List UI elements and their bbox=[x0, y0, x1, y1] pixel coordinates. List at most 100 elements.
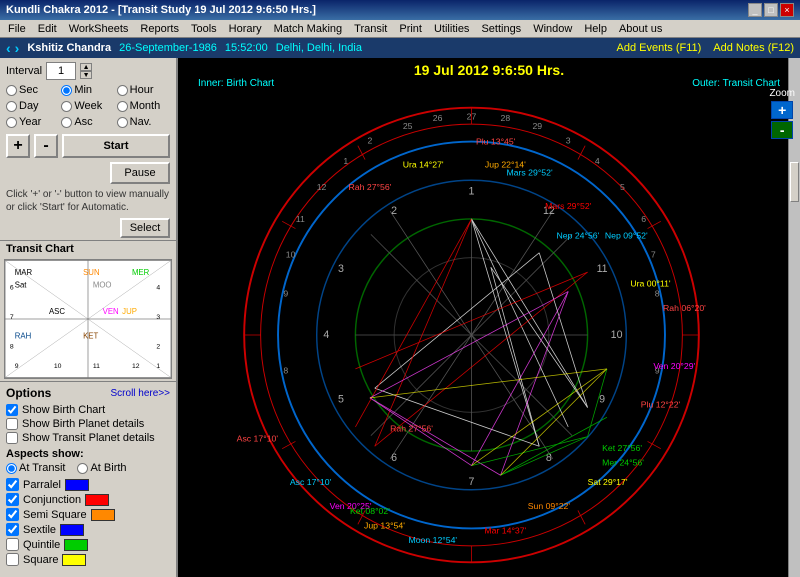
main-layout: Interval ▲ ▼ Sec Min Hour Day bbox=[0, 58, 800, 577]
maximize-button[interactable]: □ bbox=[764, 3, 778, 17]
semisquare-checkbox[interactable] bbox=[6, 508, 19, 521]
interval-input[interactable] bbox=[46, 62, 76, 80]
menu-help[interactable]: Help bbox=[578, 22, 613, 36]
chart-title: 19 Jul 2012 9:6:50 Hrs. bbox=[178, 58, 800, 78]
menu-tools[interactable]: Tools bbox=[185, 22, 223, 36]
close-button[interactable]: × bbox=[780, 3, 794, 17]
nav-forward-button[interactable]: › bbox=[15, 40, 20, 56]
add-notes-button[interactable]: Add Notes (F12) bbox=[713, 42, 794, 54]
pause-button[interactable]: Pause bbox=[110, 162, 170, 184]
show-birth-chart-label: Show Birth Chart bbox=[22, 404, 105, 416]
nav-back-button[interactable]: ‹ bbox=[6, 40, 11, 56]
svg-text:Asc 17°10': Asc 17°10' bbox=[290, 477, 332, 487]
scroll-thumb[interactable] bbox=[790, 162, 799, 202]
svg-text:6: 6 bbox=[10, 285, 14, 292]
svg-text:4: 4 bbox=[323, 329, 329, 341]
svg-text:10: 10 bbox=[54, 363, 62, 370]
parralel-checkbox[interactable] bbox=[6, 478, 19, 491]
menu-edit[interactable]: Edit bbox=[32, 22, 63, 36]
radio-min[interactable]: Min bbox=[61, 84, 114, 96]
svg-text:ASC: ASC bbox=[49, 307, 65, 316]
show-birth-chart-checkbox[interactable] bbox=[6, 404, 18, 416]
show-birth-planet-checkbox[interactable] bbox=[6, 418, 18, 430]
minus-button[interactable]: - bbox=[34, 134, 58, 158]
menu-about[interactable]: About us bbox=[613, 22, 668, 36]
window-title: Kundli Chakra 2012 - [Transit Study 19 J… bbox=[6, 4, 316, 16]
btn-row: + - Start bbox=[0, 130, 176, 162]
square-checkbox[interactable] bbox=[6, 553, 19, 566]
menu-matchmaking[interactable]: Match Making bbox=[268, 22, 348, 36]
mini-chart-svg: MAR SUN MER Sat MOO ASC VEN JUP RAH KET … bbox=[5, 260, 171, 378]
aspect-radio-row: At Transit At Birth bbox=[6, 462, 170, 474]
zoom-in-button[interactable]: + bbox=[771, 101, 793, 119]
left-panel: Interval ▲ ▼ Sec Min Hour Day bbox=[0, 58, 178, 577]
radio-day[interactable]: Day bbox=[6, 100, 59, 112]
spin-down-button[interactable]: ▼ bbox=[80, 71, 92, 79]
svg-text:1: 1 bbox=[156, 363, 160, 370]
radio-sec[interactable]: Sec bbox=[6, 84, 59, 96]
aspect-conjunction: Conjunction bbox=[6, 493, 170, 506]
svg-text:RAH: RAH bbox=[15, 332, 31, 341]
quintile-checkbox[interactable] bbox=[6, 538, 19, 551]
svg-text:Mer 24°56': Mer 24°56' bbox=[602, 458, 644, 468]
sextile-checkbox[interactable] bbox=[6, 523, 19, 536]
menu-horary[interactable]: Horary bbox=[223, 22, 268, 36]
zoom-box: Zoom + - bbox=[769, 88, 795, 139]
menu-transit[interactable]: Transit bbox=[348, 22, 393, 36]
options-section: Options Scroll here>> Show Birth Chart S… bbox=[0, 381, 176, 577]
svg-text:11: 11 bbox=[93, 363, 100, 370]
svg-text:6: 6 bbox=[391, 452, 397, 464]
menu-reports[interactable]: Reports bbox=[134, 22, 185, 36]
menu-worksheets[interactable]: WorkSheets bbox=[63, 22, 135, 36]
mini-chart: MAR SUN MER Sat MOO ASC VEN JUP RAH KET … bbox=[4, 259, 172, 379]
select-row: Select bbox=[0, 216, 176, 240]
parralel-color bbox=[65, 479, 89, 491]
radio-asc[interactable]: Asc bbox=[61, 116, 114, 128]
scroll-here-link[interactable]: Scroll here>> bbox=[111, 388, 170, 399]
select-button[interactable]: Select bbox=[120, 218, 170, 238]
interval-row: Interval ▲ ▼ bbox=[0, 58, 176, 82]
minimize-button[interactable]: _ bbox=[748, 3, 762, 17]
menu-window[interactable]: Window bbox=[527, 22, 578, 36]
aspect-semisquare: Semi Square bbox=[6, 508, 170, 521]
address-bar: ‹ › Kshitiz Chandra 26-September-1986 15… bbox=[0, 38, 800, 58]
spin-up-button[interactable]: ▲ bbox=[80, 63, 92, 71]
inner-label: Inner: Birth Chart bbox=[198, 78, 274, 89]
svg-text:25: 25 bbox=[403, 121, 413, 131]
radio-group-row3: Year Asc Nav. bbox=[0, 114, 176, 130]
zoom-out-button[interactable]: - bbox=[771, 121, 793, 139]
radio-nav[interactable]: Nav. bbox=[117, 116, 170, 128]
svg-text:Rah 27°56': Rah 27°56' bbox=[349, 182, 392, 192]
menu-print[interactable]: Print bbox=[393, 22, 428, 36]
aspect-sextile: Sextile bbox=[6, 523, 170, 536]
svg-text:3: 3 bbox=[566, 135, 571, 145]
svg-text:1: 1 bbox=[469, 186, 475, 198]
svg-text:MER: MER bbox=[132, 268, 150, 277]
semisquare-label: Semi Square bbox=[23, 509, 87, 521]
show-transit-planet-checkbox[interactable] bbox=[6, 432, 18, 444]
radio-hour[interactable]: Hour bbox=[117, 84, 170, 96]
at-transit-radio[interactable]: At Transit bbox=[6, 462, 65, 474]
menu-settings[interactable]: Settings bbox=[475, 22, 527, 36]
aspects-label: Aspects show: bbox=[6, 448, 170, 460]
svg-text:12: 12 bbox=[317, 182, 327, 192]
menu-utilities[interactable]: Utilities bbox=[428, 22, 475, 36]
start-button[interactable]: Start bbox=[62, 134, 170, 158]
at-birth-radio[interactable]: At Birth bbox=[77, 462, 126, 474]
svg-text:10: 10 bbox=[286, 250, 296, 260]
svg-text:MOO: MOO bbox=[93, 281, 112, 290]
radio-year[interactable]: Year bbox=[6, 116, 59, 128]
svg-text:KET: KET bbox=[83, 332, 98, 341]
radio-month[interactable]: Month bbox=[117, 100, 170, 112]
conjunction-checkbox[interactable] bbox=[6, 493, 19, 506]
svg-text:5: 5 bbox=[620, 182, 625, 192]
add-events-button[interactable]: Add Events (F11) bbox=[617, 42, 702, 54]
menu-file[interactable]: File bbox=[2, 22, 32, 36]
plus-button[interactable]: + bbox=[6, 134, 30, 158]
menu-bar: File Edit WorkSheets Reports Tools Horar… bbox=[0, 20, 800, 38]
aspect-quintile: Quintile bbox=[6, 538, 170, 551]
svg-text:Jup 22°14': Jup 22°14' bbox=[485, 160, 526, 170]
svg-text:Ven 20°29': Ven 20°29' bbox=[653, 361, 695, 371]
conjunction-color bbox=[85, 494, 109, 506]
radio-week[interactable]: Week bbox=[61, 100, 114, 112]
